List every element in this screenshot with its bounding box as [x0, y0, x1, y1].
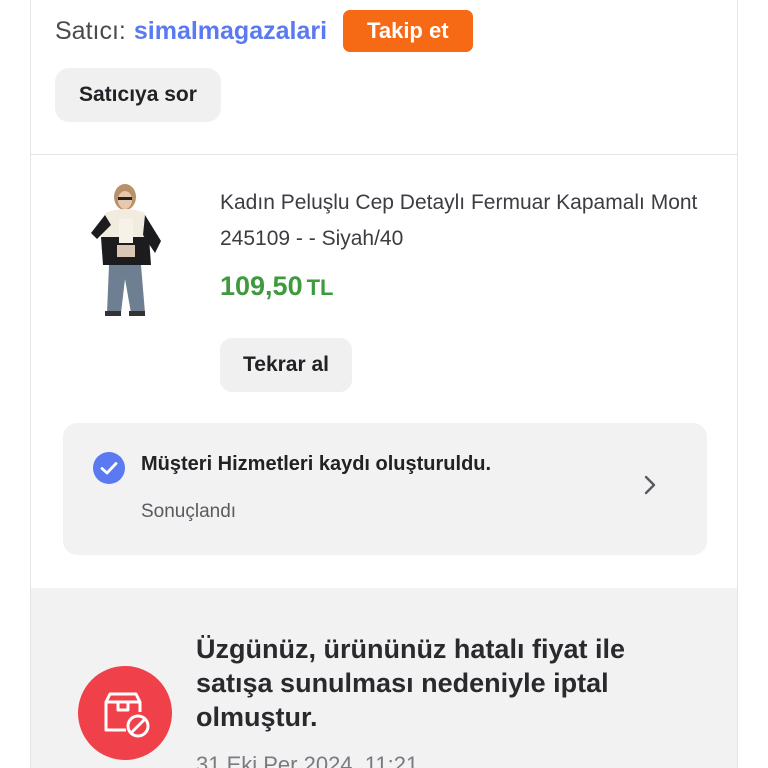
cancellation-notice: Üzgünüz, ürününüz hatalı fiyat ile satış…: [30, 588, 738, 768]
product-price: 109,50 TL: [220, 271, 333, 302]
product-title[interactable]: Kadın Peluşlu Cep Detaylı Fermuar Kapama…: [220, 185, 710, 257]
seller-card: Satıcı: simalmagazalari Takip et Satıcıy…: [30, 0, 738, 155]
price-currency: TL: [306, 275, 334, 300]
cancelled-package-icon: [104, 692, 150, 738]
chevron-right-icon: [644, 475, 656, 495]
follow-button[interactable]: Takip et: [343, 10, 473, 52]
product-card: Kadın Peluşlu Cep Detaylı Fermuar Kapama…: [30, 155, 738, 588]
check-circle-icon: [93, 452, 125, 484]
support-ticket-title: Müşteri Hizmetleri kaydı oluşturuldu.: [141, 453, 492, 475]
cancellation-date: 31 Eki Per 2024, 11:21: [196, 752, 419, 768]
seller-row: Satıcı: simalmagazalari Takip et: [55, 10, 473, 52]
seller-name-link[interactable]: simalmagazalari: [134, 17, 327, 46]
cancel-icon-badge: [78, 666, 172, 760]
cancellation-message: Üzgünüz, ürününüz hatalı fiyat ile satış…: [196, 634, 625, 732]
order-detail-page: Satıcı: simalmagazalari Takip et Satıcıy…: [0, 0, 768, 768]
product-thumbnail[interactable]: [83, 179, 171, 317]
seller-prefix: Satıcı:: [55, 16, 126, 45]
ask-seller-button[interactable]: Satıcıya sor: [55, 68, 221, 122]
support-ticket-status: Sonuçlandı: [141, 501, 237, 522]
support-ticket-row[interactable]: Müşteri Hizmetleri kaydı oluşturuldu. So…: [63, 423, 707, 555]
reorder-button[interactable]: Tekrar al: [220, 338, 352, 392]
price-amount: 109,50: [220, 271, 303, 301]
